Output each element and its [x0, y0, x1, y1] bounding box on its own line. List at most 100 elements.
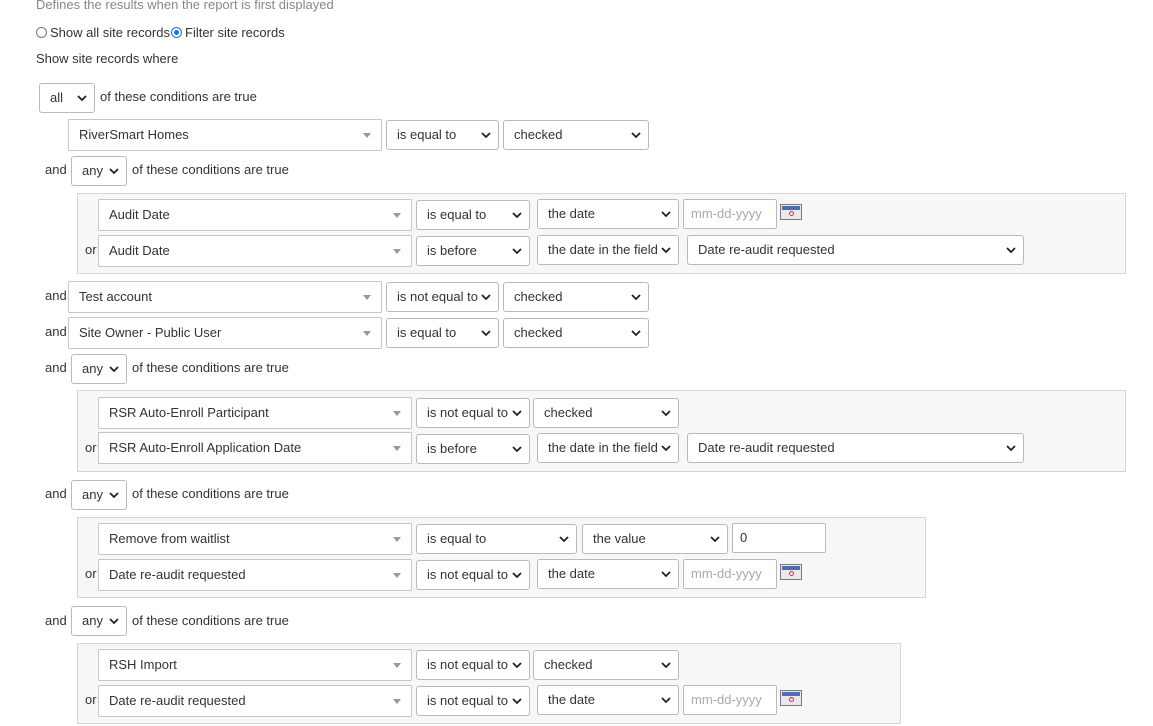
and-connector: and — [45, 288, 67, 303]
operator-select[interactable]: is equal to — [416, 524, 577, 554]
chevron-down-icon — [661, 662, 671, 669]
chevron-down-icon — [512, 698, 522, 705]
calendar-icon[interactable] — [780, 564, 802, 580]
root-quantifier-select[interactable]: all — [39, 83, 95, 113]
field-combo[interactable]: RSR Auto-Enroll Application Date — [98, 432, 412, 464]
dropdown-arrow-icon — [393, 699, 401, 704]
chevron-down-icon — [631, 132, 641, 139]
value-type-select[interactable]: the date in the field — [537, 433, 679, 463]
chevron-down-icon — [481, 330, 491, 337]
field-combo[interactable]: RSR Auto-Enroll Participant — [98, 397, 412, 429]
field-combo[interactable]: Audit Date — [98, 235, 412, 267]
dropdown-arrow-icon — [393, 537, 401, 542]
section-description: Defines the results when the report is f… — [36, 0, 334, 12]
chevron-down-icon — [661, 211, 671, 218]
conditions-suffix: of these conditions are true — [132, 360, 289, 375]
dropdown-arrow-icon — [393, 446, 401, 451]
chevron-down-icon — [661, 410, 671, 417]
operator-select[interactable]: is not equal to — [416, 686, 530, 716]
chevron-down-icon — [1006, 247, 1016, 254]
value-type-select[interactable]: the date — [537, 685, 679, 715]
chevron-down-icon — [77, 95, 87, 102]
chevron-down-icon — [109, 366, 119, 373]
field-combo[interactable]: RSH Import — [98, 649, 412, 681]
group-quantifier-select[interactable]: any — [71, 480, 127, 510]
dropdown-arrow-icon — [393, 573, 401, 578]
value-type-select[interactable]: the date — [537, 199, 679, 229]
date-input[interactable]: mm-dd-yyyy — [683, 199, 777, 229]
chevron-down-icon — [512, 212, 522, 219]
field-combo[interactable]: Site Owner - Public User — [68, 317, 382, 349]
chevron-down-icon — [481, 294, 491, 301]
dropdown-arrow-icon — [363, 133, 371, 138]
operator-select[interactable]: is not equal to — [416, 398, 530, 428]
value-type-select[interactable]: the value — [582, 524, 728, 554]
field-combo[interactable]: RiverSmart Homes — [68, 119, 382, 151]
and-connector: and — [45, 162, 67, 177]
group-quantifier-select[interactable]: any — [71, 354, 127, 384]
field-reference-select[interactable]: Date re-audit requested — [687, 433, 1024, 463]
show-where-label: Show site records where — [36, 51, 179, 66]
dropdown-arrow-icon — [393, 411, 401, 416]
value-type-select[interactable]: checked — [503, 120, 649, 150]
operator-select[interactable]: is not equal to — [416, 650, 530, 680]
chevron-down-icon — [710, 536, 720, 543]
chevron-down-icon — [512, 662, 522, 669]
chevron-down-icon — [661, 571, 671, 578]
field-combo[interactable]: Remove from waitlist — [98, 523, 412, 555]
chevron-down-icon — [512, 446, 522, 453]
chevron-down-icon — [661, 697, 671, 704]
chevron-down-icon — [109, 168, 119, 175]
operator-select[interactable]: is equal to — [386, 120, 499, 150]
calendar-icon[interactable] — [780, 690, 802, 706]
chevron-down-icon — [559, 536, 569, 543]
date-input[interactable]: mm-dd-yyyy — [683, 685, 777, 715]
field-reference-select[interactable]: Date re-audit requested — [687, 235, 1024, 265]
chevron-down-icon — [512, 248, 522, 255]
filter-label[interactable]: Filter site records — [185, 25, 285, 41]
field-combo[interactable]: Test account — [68, 281, 382, 313]
group-quantifier-select[interactable]: any — [71, 156, 127, 186]
value-type-select[interactable]: checked — [533, 398, 679, 428]
conditions-suffix: of these conditions are true — [132, 613, 289, 628]
chevron-down-icon — [631, 330, 641, 337]
dropdown-arrow-icon — [393, 249, 401, 254]
operator-select[interactable]: is not equal to — [386, 282, 499, 312]
value-input[interactable]: 0 — [732, 523, 826, 553]
value-type-select[interactable]: checked — [503, 282, 649, 312]
show-all-radio[interactable] — [36, 27, 47, 38]
chevron-down-icon — [661, 247, 671, 254]
operator-select[interactable]: is before — [416, 434, 530, 464]
value-type-select[interactable]: checked — [533, 650, 679, 680]
field-combo[interactable]: Audit Date — [98, 199, 412, 231]
dropdown-arrow-icon — [393, 213, 401, 218]
show-all-label[interactable]: Show all site records — [50, 25, 170, 41]
operator-select[interactable]: is before — [416, 236, 530, 266]
value-type-select[interactable]: the date in the field — [537, 235, 679, 265]
or-connector: or — [85, 566, 97, 581]
field-combo[interactable]: Date re-audit requested — [98, 559, 412, 591]
filter-radio[interactable] — [171, 27, 182, 38]
date-input[interactable]: mm-dd-yyyy — [683, 559, 777, 589]
or-connector: or — [85, 692, 97, 707]
chevron-down-icon — [481, 132, 491, 139]
operator-select[interactable]: is not equal to — [416, 560, 530, 590]
chevron-down-icon — [512, 572, 522, 579]
or-connector: or — [85, 242, 97, 257]
dropdown-arrow-icon — [363, 331, 371, 336]
field-combo[interactable]: Date re-audit requested — [98, 685, 412, 717]
value-type-select[interactable]: checked — [503, 318, 649, 348]
group-quantifier-select[interactable]: any — [71, 606, 127, 636]
operator-select[interactable]: is equal to — [416, 200, 530, 230]
chevron-down-icon — [661, 445, 671, 452]
and-connector: and — [45, 486, 67, 501]
chevron-down-icon — [1006, 445, 1016, 452]
operator-select[interactable]: is equal to — [386, 318, 499, 348]
value-type-select[interactable]: the date — [537, 559, 679, 589]
conditions-suffix: of these conditions are true — [132, 162, 289, 177]
chevron-down-icon — [109, 492, 119, 499]
dropdown-arrow-icon — [393, 663, 401, 668]
calendar-icon[interactable] — [780, 204, 802, 220]
chevron-down-icon — [512, 410, 522, 417]
or-connector: or — [85, 440, 97, 455]
